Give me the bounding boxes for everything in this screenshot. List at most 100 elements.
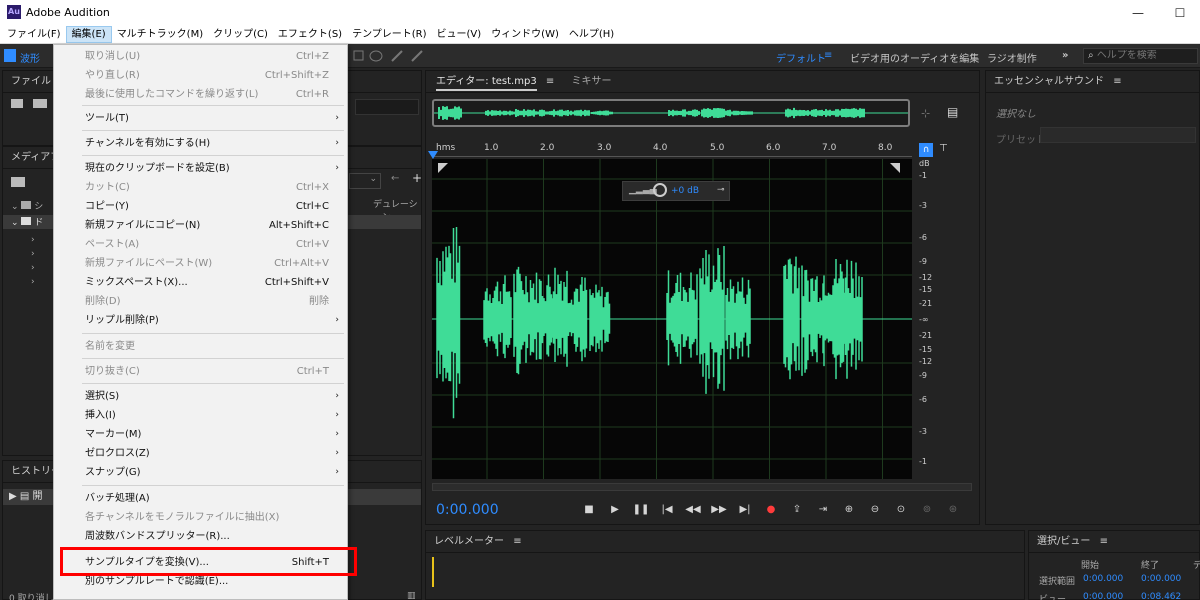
- maximize-button[interactable]: ☐: [1160, 3, 1200, 23]
- menu-separator: [82, 485, 344, 486]
- edit-menu-item[interactable]: 周波数バンドスプリッター(R)...: [54, 527, 347, 546]
- back-arrow-icon[interactable]: ←: [391, 173, 399, 184]
- menu-view[interactable]: ビュー(V): [432, 26, 487, 43]
- edit-menu-item[interactable]: 最後に使用したコマンドを繰り返す(L) Ctrl+R: [54, 85, 347, 104]
- pin-marker-icon[interactable]: ⊤: [939, 143, 948, 154]
- edit-menu-item[interactable]: 選択(S) ›: [54, 387, 347, 406]
- view-end[interactable]: 0:08.462: [1141, 592, 1181, 600]
- zoom-out-amplitude-button[interactable]: ⊖: [862, 501, 888, 519]
- import-icon[interactable]: [33, 99, 47, 108]
- edit-menu-item[interactable]: 各チャンネルをモノラルファイルに抽出(X): [54, 508, 347, 527]
- open-folder-icon[interactable]: [11, 99, 23, 108]
- zoom-in-amplitude-button[interactable]: ⊕: [836, 501, 862, 519]
- stop-button[interactable]: ■: [576, 501, 602, 519]
- time-ruler[interactable]: hms 1.0 2.0 3.0 4.0 5.0 6.0 7.0 8.0: [432, 141, 912, 157]
- menu-multitrack[interactable]: マルチトラック(M): [112, 26, 208, 43]
- selection-start[interactable]: 0:00.000: [1083, 574, 1123, 584]
- go-to-start-button[interactable]: |◀: [654, 501, 680, 519]
- files-tab[interactable]: ファイル: [11, 76, 51, 87]
- workspace-default[interactable]: デフォルト: [776, 50, 826, 65]
- menu-window[interactable]: ウィンドウ(W): [486, 26, 564, 43]
- workspace-menu-icon[interactable]: ≡: [824, 50, 832, 61]
- zoom-in-time-button[interactable]: ⊙: [888, 501, 914, 519]
- tree-item-label-2: ド: [34, 218, 44, 228]
- edit-menu-item[interactable]: スナップ(G) ›: [54, 463, 347, 482]
- edit-menu-item[interactable]: ゼロクロス(Z) ›: [54, 444, 347, 463]
- download-icon[interactable]: [11, 177, 25, 187]
- zoom-out-time-button[interactable]: ⊚: [914, 501, 940, 519]
- edit-menu-item[interactable]: コピー(Y) Ctrl+C: [54, 197, 347, 216]
- edit-menu-item[interactable]: ツール(T) ›: [54, 109, 347, 128]
- tab-mixer[interactable]: ミキサー: [571, 76, 611, 87]
- edit-menu-item[interactable]: やり直し(R) Ctrl+Shift+Z: [54, 66, 347, 85]
- view-start[interactable]: 0:00.000: [1083, 592, 1123, 600]
- menu-help[interactable]: ヘルプ(H): [564, 26, 619, 43]
- zoom-selection-button[interactable]: ⊛: [940, 501, 966, 519]
- edit-menu-item-shortcut: Ctrl+Shift+V: [264, 277, 329, 288]
- pause-button[interactable]: ❚❚: [628, 501, 654, 519]
- loop-button[interactable]: ⇪: [784, 501, 810, 519]
- help-search-input[interactable]: [1096, 50, 1187, 61]
- waveform-mode-icon[interactable]: [4, 49, 16, 62]
- edit-menu-item[interactable]: リップル削除(P) ›: [54, 311, 347, 330]
- edit-menu-item[interactable]: 名前を変更: [54, 337, 347, 356]
- level-meter-menu-icon[interactable]: ≡: [513, 536, 521, 547]
- menu-clip[interactable]: クリップ(C): [208, 26, 273, 43]
- more-workspaces-icon[interactable]: »: [1062, 50, 1068, 61]
- tree-children[interactable]: › › › ›: [31, 233, 35, 289]
- spectral-view-icon[interactable]: ▤: [947, 105, 958, 119]
- edit-menu-item[interactable]: 切り抜き(C) Ctrl+T: [54, 362, 347, 381]
- trash-icon[interactable]: ▥: [407, 591, 416, 600]
- selection-view-menu-icon[interactable]: ≡: [1100, 536, 1108, 547]
- essential-sound-menu-icon[interactable]: ≡: [1113, 76, 1121, 87]
- edit-menu-item[interactable]: 削除(D) 削除: [54, 292, 347, 311]
- db-scale: dB -1 -3 -6 -9 -12 -15 -21 -∞ -21 -15 -1…: [919, 159, 933, 466]
- help-search-box[interactable]: ⌕: [1083, 48, 1198, 64]
- edit-menu-item[interactable]: 取り消し(U) Ctrl+Z: [54, 47, 347, 66]
- level-meter-tab[interactable]: レベルメーター: [434, 536, 504, 547]
- workspace-radio[interactable]: ラジオ制作: [987, 50, 1037, 65]
- essential-sound-panel: エッセンシャルサウンド ≡ 選択なし プリセット:: [985, 70, 1200, 525]
- record-button[interactable]: ●: [758, 501, 784, 519]
- overview-waveform[interactable]: [432, 99, 910, 127]
- edit-menu-item[interactable]: 現在のクリップボードを設定(B) ›: [54, 159, 347, 178]
- fast-forward-button[interactable]: ▶▶: [706, 501, 732, 519]
- menu-edit[interactable]: 編集(E): [65, 25, 112, 43]
- waveform-view[interactable]: ▁▂▃▄ +0 dB ⊸: [432, 159, 912, 479]
- edit-menu-item[interactable]: ペースト(A) Ctrl+V: [54, 235, 347, 254]
- menu-file[interactable]: ファイル(F): [2, 26, 66, 43]
- selection-view-tab[interactable]: 選択/ビュー: [1037, 536, 1090, 547]
- editor-tab-menu-icon[interactable]: ≡: [546, 76, 554, 87]
- go-to-end-button[interactable]: ▶|: [732, 501, 758, 519]
- hud-gain-control[interactable]: ▁▂▃▄ +0 dB ⊸: [622, 181, 730, 201]
- selection-end[interactable]: 0:00.000: [1141, 574, 1181, 584]
- edit-menu-item[interactable]: 挿入(I) ›: [54, 406, 347, 425]
- minimize-button[interactable]: —: [1118, 3, 1158, 23]
- menu-effects[interactable]: エフェクト(S): [273, 26, 347, 43]
- play-button[interactable]: ▶: [602, 501, 628, 519]
- edit-menu-item[interactable]: ミックスペースト(X)... Ctrl+Shift+V: [54, 273, 347, 292]
- edit-menu-item[interactable]: バッチ処理(A): [54, 489, 347, 508]
- workspace-video-audio[interactable]: ビデオ用のオーディオを編集: [850, 50, 979, 65]
- timecode-display[interactable]: 0:00.000: [436, 502, 499, 518]
- edit-menu-item[interactable]: チャンネルを有効にする(H) ›: [54, 134, 347, 153]
- files-search-field[interactable]: [355, 99, 419, 115]
- tab-editor[interactable]: エディター: test.mp3: [436, 76, 537, 91]
- zoom-navigator-icon[interactable]: ⊹: [921, 107, 930, 120]
- skip-button[interactable]: ⇥: [810, 501, 836, 519]
- edit-menu-item[interactable]: カット(C) Ctrl+X: [54, 178, 347, 197]
- add-icon[interactable]: +: [412, 171, 422, 185]
- rewind-button[interactable]: ◀◀: [680, 501, 706, 519]
- media-dropdown-chevron-icon[interactable]: ⌄: [349, 173, 381, 189]
- edit-menu-item[interactable]: マーカー(M) ›: [54, 425, 347, 444]
- horizontal-scrollbar[interactable]: [432, 483, 972, 491]
- essential-sound-tab[interactable]: エッセンシャルサウンド: [994, 76, 1104, 87]
- tree-row-1[interactable]: ⌄ シ: [11, 199, 43, 212]
- preset-dropdown[interactable]: [1040, 127, 1196, 143]
- playhead-marker-icon[interactable]: [428, 151, 438, 159]
- waveform-mode-label[interactable]: 波形: [20, 50, 40, 65]
- edit-menu-item[interactable]: 新規ファイルにペースト(W) Ctrl+Alt+V: [54, 254, 347, 273]
- magnet-snap-icon[interactable]: ∩: [919, 143, 933, 157]
- menu-template[interactable]: テンプレート(R): [347, 26, 431, 43]
- edit-menu-item[interactable]: 新規ファイルにコピー(N) Alt+Shift+C: [54, 216, 347, 235]
